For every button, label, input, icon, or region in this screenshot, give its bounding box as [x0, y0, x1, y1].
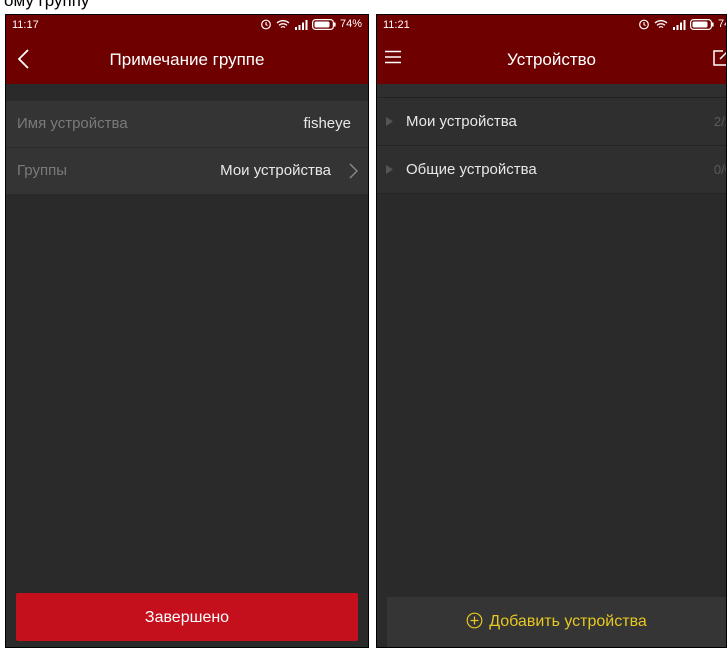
- battery-percent: 74%: [339, 18, 362, 30]
- group-count: 0/0: [713, 162, 726, 177]
- status-bar: 11:17 74%: [6, 15, 368, 36]
- page-title: Примечание группе: [109, 50, 265, 69]
- done-button[interactable]: Завершено: [16, 593, 358, 641]
- wifi-icon: [276, 19, 290, 28]
- app-bar: Устройство: [377, 36, 726, 84]
- status-bar: 11:21 74%: [377, 15, 726, 36]
- groups-value: Мои устройства: [220, 162, 331, 179]
- status-time: 11:21: [383, 19, 410, 31]
- add-devices-button[interactable]: Добавить устройства: [387, 597, 726, 647]
- add-devices-label: Добавить устройства: [489, 613, 647, 630]
- group-label: Мои устройства: [406, 113, 517, 130]
- app-bar: Примечание группе: [6, 36, 368, 84]
- alarm-icon: [261, 19, 271, 30]
- page-title: Устройство: [507, 50, 596, 69]
- edit-icon: [713, 50, 726, 66]
- groups-label: Группы: [17, 162, 67, 179]
- device-list-screen: 11:21 74% Устройство Мои устройства 2/2 …: [376, 14, 727, 648]
- group-my-devices[interactable]: Мои устройства 2/2: [377, 98, 726, 146]
- signal-icon: [672, 19, 686, 30]
- expand-triangle-icon: [386, 165, 393, 174]
- alarm-icon: [639, 19, 649, 30]
- group-shared-devices[interactable]: Общие устройства 0/0: [377, 146, 726, 194]
- device-name-label: Имя устройства: [17, 115, 128, 132]
- status-time: 11:17: [12, 19, 39, 31]
- wifi-icon: [654, 19, 668, 28]
- group-count: 2/2: [713, 114, 726, 129]
- battery-icon: [311, 18, 336, 30]
- expand-triangle-icon: [386, 117, 393, 126]
- groups-row[interactable]: Группы Мои устройства: [6, 148, 368, 195]
- add-circle-icon: [466, 612, 483, 629]
- battery-percent: 74%: [717, 18, 726, 30]
- device-name-row[interactable]: Имя устройства fisheye: [6, 101, 368, 148]
- edit-button[interactable]: [712, 49, 726, 72]
- battery-icon: [689, 18, 714, 30]
- group-label: Общие устройства: [406, 161, 537, 178]
- caption-fragment: ому группу: [4, 0, 90, 10]
- signal-icon: [294, 19, 308, 30]
- device-name-value: fisheye: [303, 115, 351, 132]
- chevron-right-icon: [349, 163, 358, 179]
- group-note-screen: 11:17 74% Примечание группе Имя устройст…: [5, 14, 369, 648]
